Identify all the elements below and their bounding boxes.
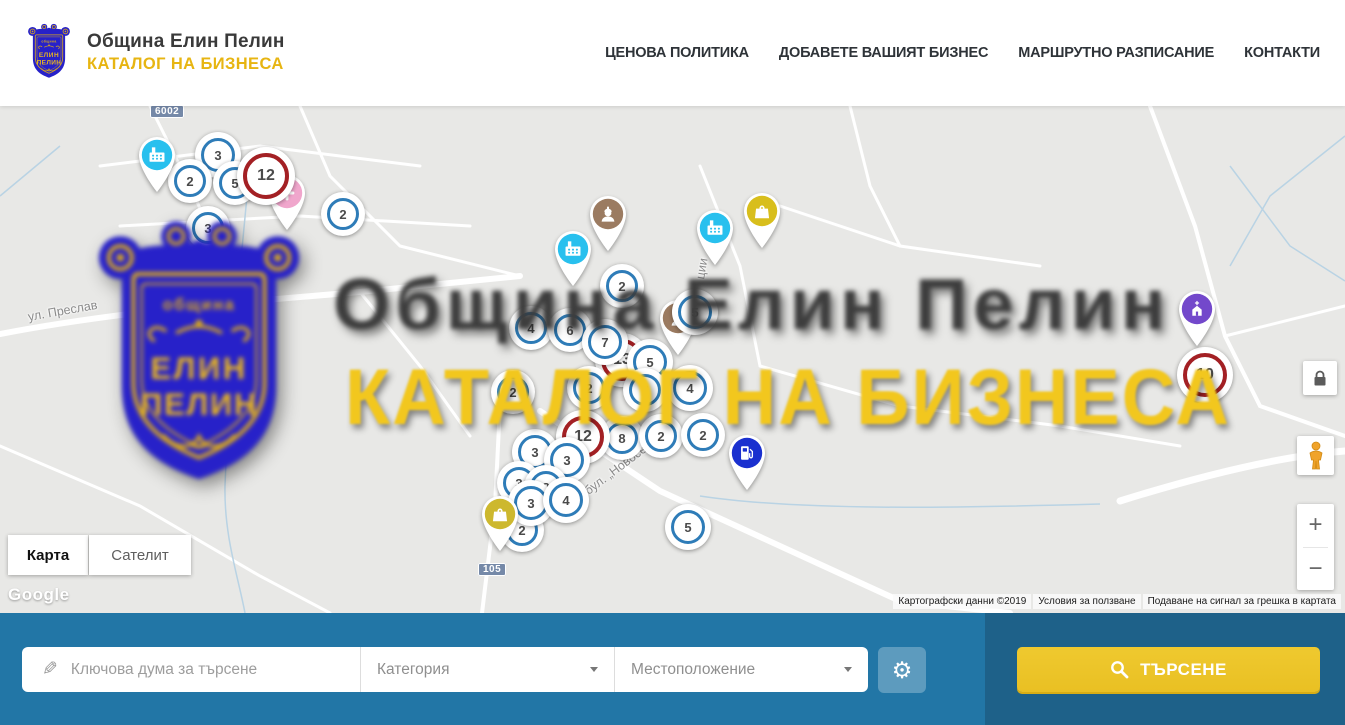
cluster-count: 5 — [691, 305, 698, 320]
cluster-marker[interactable]: 7 — [582, 319, 628, 365]
map-markers-layer: 3251223254613752274812223338234510 — [0, 106, 1345, 613]
cluster-count: 2 — [339, 207, 346, 222]
business-pin-factory[interactable] — [134, 135, 180, 193]
attribution-copyright: Картографски данни ©2019 — [893, 594, 1031, 609]
business-pin-factory[interactable] — [692, 208, 738, 266]
lock-button[interactable] — [1303, 361, 1337, 395]
cluster-count: 6 — [566, 323, 573, 338]
cluster-marker[interactable]: 5 — [672, 289, 718, 335]
cluster-marker[interactable]: 2 — [567, 366, 611, 410]
zoom-out-button[interactable]: − — [1297, 548, 1334, 591]
cluster-marker[interactable]: 3 — [186, 206, 230, 250]
category-select[interactable]: Категория — [360, 647, 614, 692]
cluster-count: 2 — [699, 428, 706, 443]
cluster-count: 3 — [527, 496, 534, 511]
nav-item-contacts[interactable]: КОНТАКТИ — [1244, 45, 1320, 61]
google-logo[interactable]: Google — [8, 585, 70, 605]
location-select-label: Местоположение — [631, 661, 844, 679]
cluster-marker[interactable]: 2 — [681, 413, 725, 457]
fuel-icon — [724, 433, 770, 491]
site-logo[interactable]: Община Елин Пелин КАТАЛОГ НА БИЗНЕСА — [25, 22, 285, 82]
search-bar: ✎ Категория Местоположение ⚙ ТЪРСЕНЕ — [0, 613, 1345, 725]
pegman-icon — [1306, 441, 1326, 471]
cluster-count: 4 — [562, 493, 569, 508]
map-type-control: Карта Сателит — [8, 535, 191, 575]
map-view-button[interactable]: Карта — [8, 535, 88, 575]
search-form: ✎ Категория Местоположение — [22, 647, 868, 692]
cluster-marker[interactable]: 2 — [639, 414, 683, 458]
pencil-icon: ✎ — [42, 658, 58, 681]
cluster-marker[interactable]: 2 — [491, 370, 535, 414]
cluster-marker[interactable]: 2 — [600, 264, 644, 308]
municipality-shield-icon — [25, 22, 73, 82]
map-attribution: Картографски данни ©2019 Условия за полз… — [893, 594, 1341, 609]
cluster-count: 8 — [618, 431, 625, 446]
cluster-count: 7 — [641, 383, 648, 398]
attribution-terms-link[interactable]: Условия за ползване — [1033, 594, 1140, 609]
header: Община Елин Пелин КАТАЛОГ НА БИЗНЕСА ЦЕН… — [0, 0, 1345, 106]
factory-icon — [692, 208, 738, 266]
map-canvas[interactable]: 6002105ул. Преславбул. „Новоселции 32512… — [0, 106, 1345, 613]
location-select[interactable]: Местоположение — [614, 647, 868, 692]
nav-item-add-business[interactable]: ДОБАВЕТЕ ВАШИЯТ БИЗНЕС — [779, 45, 988, 61]
business-pin-factory[interactable] — [550, 229, 596, 287]
main-nav: ЦЕНОВА ПОЛИТИКА ДОБАВЕТЕ ВАШИЯТ БИЗНЕС М… — [605, 0, 1320, 106]
cluster-count: 4 — [527, 321, 534, 336]
cluster-count: 3 — [214, 148, 221, 163]
cluster-count: 3 — [563, 453, 570, 468]
cluster-count: 2 — [186, 174, 193, 189]
cluster-count: 10 — [1196, 366, 1214, 384]
cluster-marker[interactable]: 4 — [667, 365, 713, 411]
keyword-field: ✎ — [22, 647, 360, 692]
nav-item-transport-schedule[interactable]: МАРШРУТНО РАЗПИСАНИЕ — [1018, 45, 1214, 61]
cluster-count: 2 — [618, 279, 625, 294]
cluster-count: 4 — [686, 381, 693, 396]
cluster-marker[interactable]: 2 — [321, 192, 365, 236]
category-select-label: Категория — [377, 661, 590, 679]
cluster-marker[interactable]: 10 — [1177, 347, 1233, 403]
page: Община Елин Пелин КАТАЛОГ НА БИЗНЕСА ЦЕН… — [0, 0, 1345, 725]
cluster-count: 2 — [585, 381, 592, 396]
search-submit-button[interactable]: ТЪРСЕНЕ — [1017, 647, 1320, 692]
business-pin-church[interactable] — [1174, 289, 1220, 347]
cluster-count: 12 — [257, 167, 275, 185]
cluster-count: 3 — [204, 221, 211, 236]
cluster-count: 7 — [601, 335, 608, 350]
cluster-marker[interactable]: 4 — [543, 477, 589, 523]
brand-subtitle: КАТАЛОГ НА БИЗНЕСА — [87, 55, 285, 74]
search-icon — [1110, 660, 1129, 679]
nav-item-pricing[interactable]: ЦЕНОВА ПОЛИТИКА — [605, 45, 749, 61]
lock-icon — [1313, 370, 1327, 387]
advanced-settings-button[interactable]: ⚙ — [878, 647, 926, 693]
zoom-control: + − — [1297, 504, 1334, 590]
cluster-marker[interactable]: 12 — [237, 147, 295, 205]
chevron-down-icon — [844, 667, 852, 672]
cluster-marker[interactable]: 7 — [623, 368, 667, 412]
shopping-bag-icon — [739, 191, 785, 249]
cluster-count: 2 — [509, 385, 516, 400]
business-pin-shopping-bag[interactable] — [739, 191, 785, 249]
attribution-report-link[interactable]: Подаване на сигнал за грешка в картата — [1143, 594, 1341, 609]
gear-icon: ⚙ — [892, 657, 913, 684]
cluster-count: 2 — [657, 429, 664, 444]
business-pin-fuel[interactable] — [724, 433, 770, 491]
keyword-input[interactable] — [71, 661, 360, 679]
cluster-count: 5 — [684, 520, 691, 535]
factory-icon — [550, 229, 596, 287]
cluster-count: 3 — [531, 445, 538, 460]
shopping-bag-icon — [477, 494, 523, 552]
factory-icon — [134, 135, 180, 193]
brand-title: Община Елин Пелин — [87, 31, 285, 53]
cluster-marker[interactable]: 4 — [509, 306, 553, 350]
business-pin-shopping-bag[interactable] — [477, 494, 523, 552]
cluster-marker[interactable]: 5 — [665, 504, 711, 550]
chevron-down-icon — [590, 667, 598, 672]
search-submit-label: ТЪРСЕНЕ — [1140, 660, 1227, 680]
satellite-view-button[interactable]: Сателит — [89, 535, 191, 575]
church-icon — [1174, 289, 1220, 347]
street-view-pegman-button[interactable] — [1297, 436, 1334, 475]
zoom-in-button[interactable]: + — [1297, 504, 1334, 547]
